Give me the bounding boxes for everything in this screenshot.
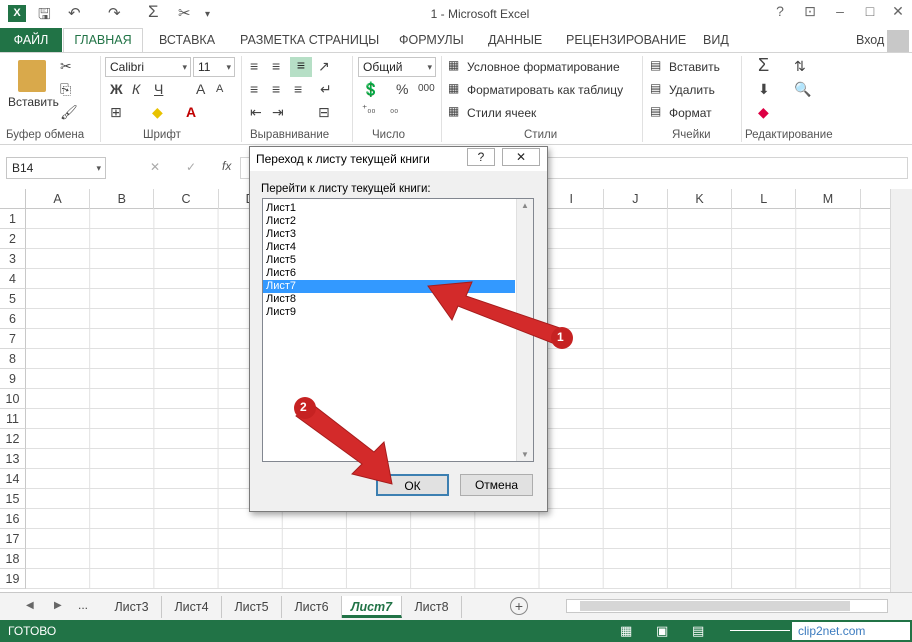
annotation-layer [294,281,573,485]
arrow-1 [427,281,567,347]
arrow-2-number: 2 [300,400,307,414]
arrow-1-number: 1 [557,330,564,344]
